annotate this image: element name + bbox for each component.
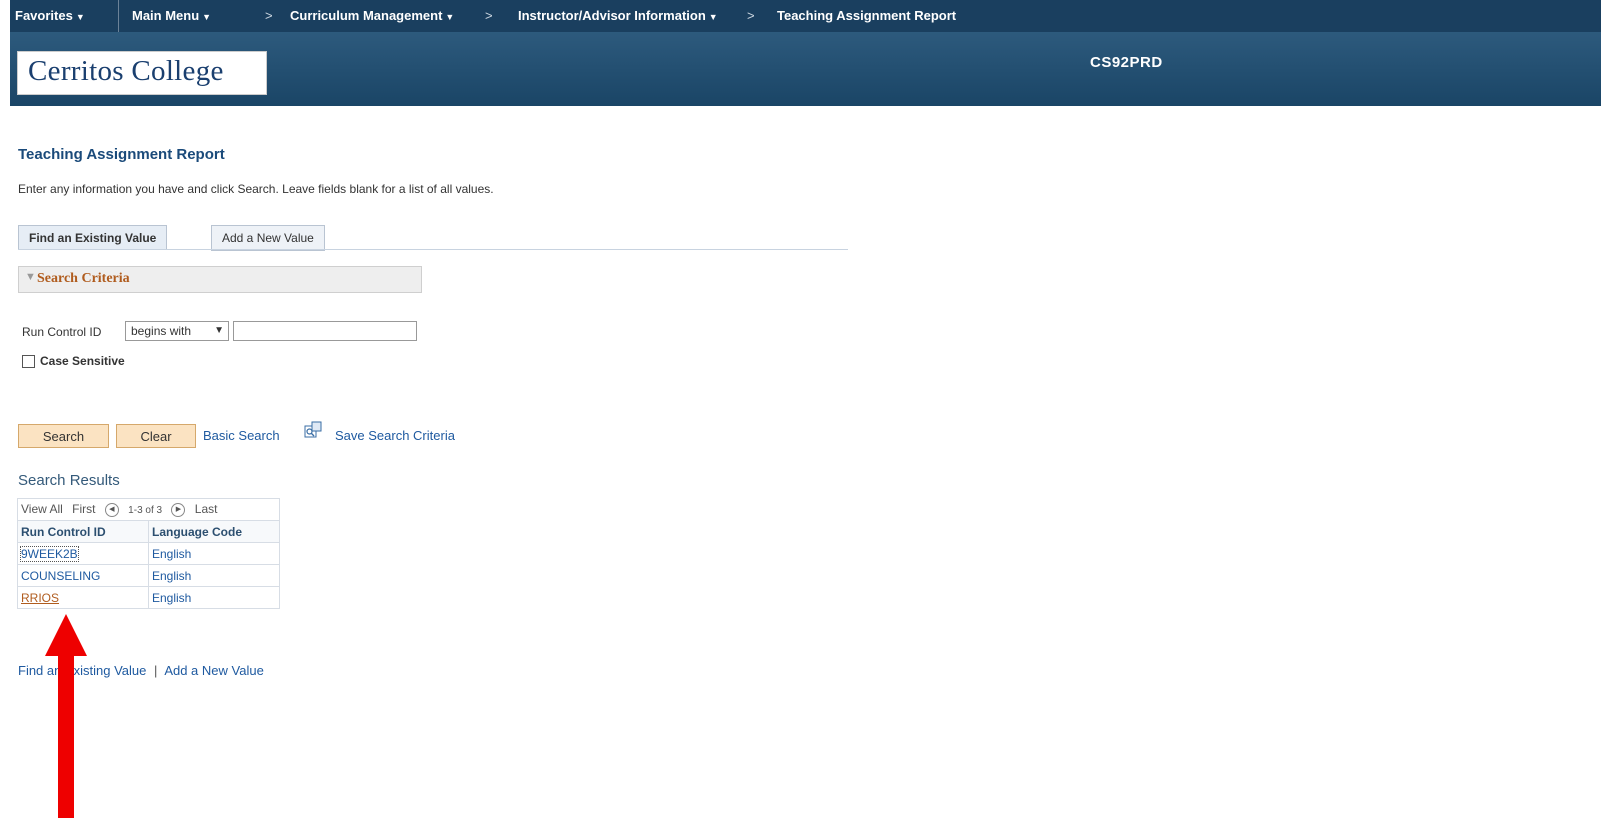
column-header-language-code[interactable]: Language Code (148, 520, 280, 543)
breadcrumb-instructor-advisor-information[interactable]: Instructor/Advisor Information ▼ (518, 0, 718, 32)
bottom-link-separator: | (154, 663, 158, 678)
next-arrow-icon[interactable]: ▶ (171, 502, 186, 517)
results-range: 1-3 of 3 (128, 505, 163, 517)
breadcrumb-chevron-icon: > (747, 8, 755, 23)
annotation-arrow-shaft (58, 654, 74, 818)
result-link-language-code[interactable]: English (152, 591, 191, 605)
result-link-language-code[interactable]: English (152, 569, 191, 583)
search-results-title: Search Results (18, 472, 120, 489)
save-search-icon[interactable] (304, 421, 322, 439)
search-results-table: View All First ◀ 1-3 of 3 ▶ Last Run Con… (17, 498, 280, 609)
view-all-link[interactable]: View All (21, 502, 63, 516)
first-link[interactable]: First (72, 502, 95, 516)
result-link-language-code[interactable]: English (152, 547, 191, 561)
chevron-down-icon: ▼ (214, 325, 224, 336)
results-header-row: Run Control ID Language Code (17, 520, 280, 543)
basic-search-link[interactable]: Basic Search (203, 428, 280, 443)
collapse-triangle-icon: ▼ (25, 271, 36, 283)
search-button[interactable]: Search (18, 424, 109, 448)
dropdown-triangle-icon: ▼ (202, 12, 212, 22)
breadcrumb-curriculum-management[interactable]: Curriculum Management ▼ (290, 0, 454, 32)
table-row[interactable]: RRIOS English (17, 586, 280, 609)
nav-separator (118, 0, 119, 32)
search-criteria-header[interactable]: ▼ Search Criteria (18, 266, 422, 293)
breadcrumb-chevron-icon: > (265, 8, 273, 23)
bottom-add-new-value-link[interactable]: Add a New Value (164, 663, 264, 678)
dropdown-triangle-icon: ▼ (708, 12, 718, 22)
bottom-links: Find an Existing Value | Add a New Value (18, 663, 264, 678)
result-link-run-control-id[interactable]: COUNSELING (21, 569, 100, 583)
run-control-operator-select[interactable]: begins with ▼ (125, 321, 229, 341)
favorites-menu[interactable]: Favorites ▼ (15, 0, 85, 32)
page-instructions: Enter any information you have and click… (18, 182, 494, 196)
last-link[interactable]: Last (195, 502, 218, 516)
run-control-id-input[interactable] (233, 321, 417, 341)
case-sensitive-label: Case Sensitive (40, 354, 125, 368)
tab-find-existing-value[interactable]: Find an Existing Value (18, 225, 168, 250)
top-navigation-bar: Favorites ▼ Main Menu ▼ > Curriculum Manag… (10, 0, 1601, 32)
breadcrumb-teaching-assignment-report: Teaching Assignment Report (777, 8, 957, 23)
dropdown-triangle-icon: ▼ (445, 12, 455, 22)
header-banner: Cerritos College CS92PRD (10, 32, 1601, 106)
annotation-arrow-head-icon (45, 614, 87, 656)
dropdown-triangle-icon: ▼ (75, 12, 85, 22)
previous-arrow-icon[interactable]: ◀ (104, 502, 119, 517)
column-header-run-control-id[interactable]: Run Control ID (17, 520, 149, 543)
result-link-run-control-id[interactable]: 9WEEK2B (20, 545, 79, 562)
save-search-criteria-link[interactable]: Save Search Criteria (335, 428, 455, 443)
breadcrumb-chevron-icon: > (485, 8, 493, 23)
result-link-run-control-id[interactable]: RRIOS (21, 591, 59, 605)
bottom-find-existing-value-link[interactable]: Find an Existing Value (18, 663, 146, 678)
table-row[interactable]: 9WEEK2B English (17, 542, 280, 565)
main-menu[interactable]: Main Menu ▼ (132, 0, 211, 32)
table-row[interactable]: COUNSELING English (17, 564, 280, 587)
cerritos-college-logo: Cerritos College (17, 51, 267, 95)
database-name: CS92PRD (1090, 54, 1163, 71)
case-sensitive-checkbox[interactable] (22, 355, 35, 368)
tab-add-new-value[interactable]: Add a New Value (211, 225, 325, 251)
page-title: Teaching Assignment Report (18, 146, 225, 163)
tab-underline (18, 249, 848, 250)
run-control-id-label: Run Control ID (22, 325, 102, 339)
clear-button[interactable]: Clear (116, 424, 196, 448)
results-navigation-row: View All First ◀ 1-3 of 3 ▶ Last (17, 498, 280, 521)
